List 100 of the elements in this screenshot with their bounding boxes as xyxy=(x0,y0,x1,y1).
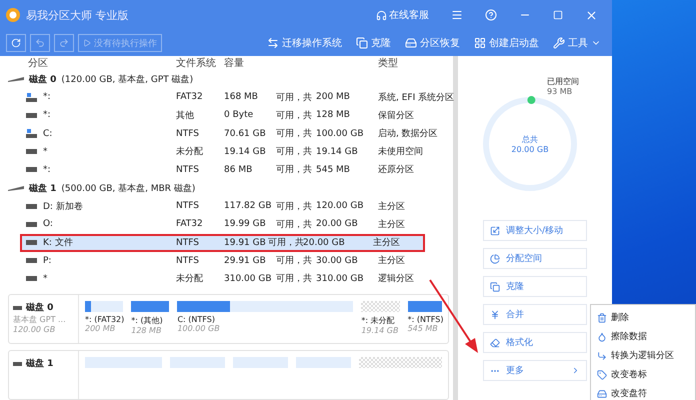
partition-name: K: 文件 xyxy=(43,236,73,250)
merge-icon xyxy=(490,310,500,320)
partition-size: 19.14 GB xyxy=(361,326,400,336)
undo-button[interactable] xyxy=(30,34,50,52)
partition-label: *: (FAT32) xyxy=(85,315,124,324)
partition-type: 主分区 xyxy=(378,200,406,213)
file-system: FAT32 xyxy=(176,219,204,230)
partition-bar xyxy=(170,357,226,368)
column-header: 文件系统 xyxy=(176,56,217,70)
partition-name: * xyxy=(43,146,48,157)
partition-name: *: xyxy=(43,164,51,175)
partition-row[interactable]: *: FAT32 168 MB 可用，共 200 MB 系统, EFI 系统分区 xyxy=(0,88,453,106)
capacity-separator: 可用，共 xyxy=(276,254,313,268)
capacity-separator: 可用，共 xyxy=(276,272,313,286)
partition-row[interactable]: D: 新加卷 NTFS 117.82 GB 可用，共 120.00 GB 主分区 xyxy=(0,197,453,216)
action-button[interactable]: 分配空间 xyxy=(483,248,587,269)
action-button[interactable]: 更多 xyxy=(483,360,587,381)
undo-icon xyxy=(35,38,45,48)
window-title: 易我分区大师 专业版 xyxy=(26,8,130,22)
partition-row[interactable]: O: FAT32 19.99 GB 可用，共 20.00 GB 主分区 xyxy=(0,215,453,234)
partition-row[interactable]: P: NTFS 29.91 GB 可用，共 30.00 GB 主分区 xyxy=(0,252,453,270)
partition-bar xyxy=(233,357,288,368)
clone-icon xyxy=(490,282,500,292)
menu-item[interactable]: 改变卷标 xyxy=(591,365,695,384)
migrate-icon xyxy=(267,37,279,49)
total-size: 19.14 GB xyxy=(316,146,359,157)
toolbar-button[interactable]: 工具 xyxy=(548,36,606,50)
total-size: 545 MB xyxy=(316,164,351,175)
disk-info: (120.00 GB, 基本盘, GPT 磁盘) xyxy=(61,74,194,86)
disk-size: 120.00 GB xyxy=(13,325,56,334)
disk-name: 磁盘 0 xyxy=(29,74,56,86)
partition-name: *: xyxy=(43,110,51,120)
used-space-value: 93 MB xyxy=(547,87,574,96)
partition-row[interactable]: * 未分配 19.14 GB 可用，共 19.14 GB 未使用空间 xyxy=(0,142,453,161)
menu-icon xyxy=(451,9,463,21)
partition-row[interactable]: * 未分配 310.00 GB 可用，共 310.00 GB 逻辑分区 xyxy=(0,270,453,288)
partition-name: P: xyxy=(43,256,52,266)
support-button[interactable]: 在线客服 xyxy=(368,8,437,22)
capacity-separator: 可用，共 xyxy=(276,218,313,231)
total-size: 310.00 GB xyxy=(316,274,365,284)
toolbar-button[interactable]: 迁移操作系统 xyxy=(262,36,347,50)
partition-type: 系统, EFI 系统分区 xyxy=(378,92,454,104)
menu-item[interactable]: 擦除数据 xyxy=(591,327,695,346)
drive-icon xyxy=(26,240,37,246)
menu-item[interactable]: 改变盘符 xyxy=(591,384,695,400)
disk-map-card[interactable]: 磁盘 0 基本盘 GPT ... 120.00 GB *: (FAT32) 200 MB *: (其他) 128 MB C: (NTFS) 100.00 GB *: 未分配 19.14 GB *: (NTFS) 545 MB xyxy=(8,294,449,344)
used-space-label: 已用空间 xyxy=(547,76,579,87)
disk-name: 磁盘 1 xyxy=(29,182,56,195)
tools-icon xyxy=(553,37,565,49)
partition-size: 545 MB xyxy=(408,324,439,334)
boot-icon xyxy=(474,37,486,49)
column-header: 容量 xyxy=(224,56,245,70)
partition-type: 还原分区 xyxy=(378,164,415,176)
file-system: 其他 xyxy=(176,110,195,122)
drive-icon xyxy=(26,112,37,118)
partition-row[interactable]: *: 其他 0 Byte 可用，共 128 MB 保留分区 xyxy=(0,106,453,125)
free-space: 70.61 GB xyxy=(224,128,267,139)
redo-icon xyxy=(59,38,69,48)
disk-info: (500.00 GB, 基本盘, MBR 磁盘) xyxy=(61,182,196,195)
disk-map-card[interactable]: 磁盘 1 xyxy=(8,350,449,400)
column-header: 类型 xyxy=(378,56,399,70)
partition-type: 逻辑分区 xyxy=(378,272,415,286)
partition-row[interactable]: C: NTFS 70.61 GB 可用，共 100.00 GB 启动, 数据分区 xyxy=(0,124,453,143)
action-button[interactable]: 合并 xyxy=(483,304,587,325)
partition-size: 200 MB xyxy=(85,324,116,334)
drive-icon xyxy=(26,276,37,282)
drive-icon xyxy=(13,362,22,366)
refresh-button[interactable] xyxy=(6,34,26,52)
partition-label: *: 未分配 xyxy=(361,315,396,326)
partition-row[interactable]: K: 文件 NTFS 19.91 GB 可用，共20.00 GB 主分区 xyxy=(20,234,425,252)
toolbar-button[interactable]: 分区恢复 xyxy=(400,36,465,50)
recover-icon xyxy=(405,37,417,49)
menu-item[interactable]: 删除 xyxy=(591,308,695,327)
action-button[interactable]: 格式化 xyxy=(483,332,587,353)
format-icon xyxy=(490,338,500,348)
toolbar-button[interactable]: 创建启动盘 xyxy=(469,36,544,50)
partition-type: 主分区 xyxy=(378,254,406,268)
drive-icon xyxy=(26,204,37,209)
drive-icon xyxy=(26,222,37,227)
total-size: 20.00 GB xyxy=(303,238,346,248)
partition-row[interactable]: *: NTFS 86 MB 可用，共 545 MB 还原分区 xyxy=(0,160,453,180)
disk-name: 磁盘 1 xyxy=(26,358,54,370)
action-button[interactable]: 调整大小/移动 xyxy=(483,220,587,241)
menu-item[interactable]: 转换为逻辑分区 xyxy=(591,346,695,365)
toolbar-button[interactable]: 克隆 xyxy=(351,36,396,50)
file-system: 未分配 xyxy=(176,146,204,158)
headset-icon xyxy=(376,10,387,20)
action-button[interactable]: 克隆 xyxy=(483,276,587,297)
redo-button[interactable] xyxy=(54,34,74,52)
system-drive-icon xyxy=(26,92,37,102)
clone-icon xyxy=(356,37,368,49)
chevron-right-icon xyxy=(571,366,580,375)
partition-size: 128 MB xyxy=(131,326,162,336)
disk-name: 磁盘 0 xyxy=(26,302,54,314)
partition-name: D: 新加卷 xyxy=(43,200,83,213)
free-space: 168 MB xyxy=(224,92,259,102)
free-space: 0 Byte xyxy=(224,110,254,120)
partition-name: C: xyxy=(43,128,52,139)
free-space: 310.00 GB xyxy=(224,274,273,284)
drive-icon xyxy=(13,306,22,310)
